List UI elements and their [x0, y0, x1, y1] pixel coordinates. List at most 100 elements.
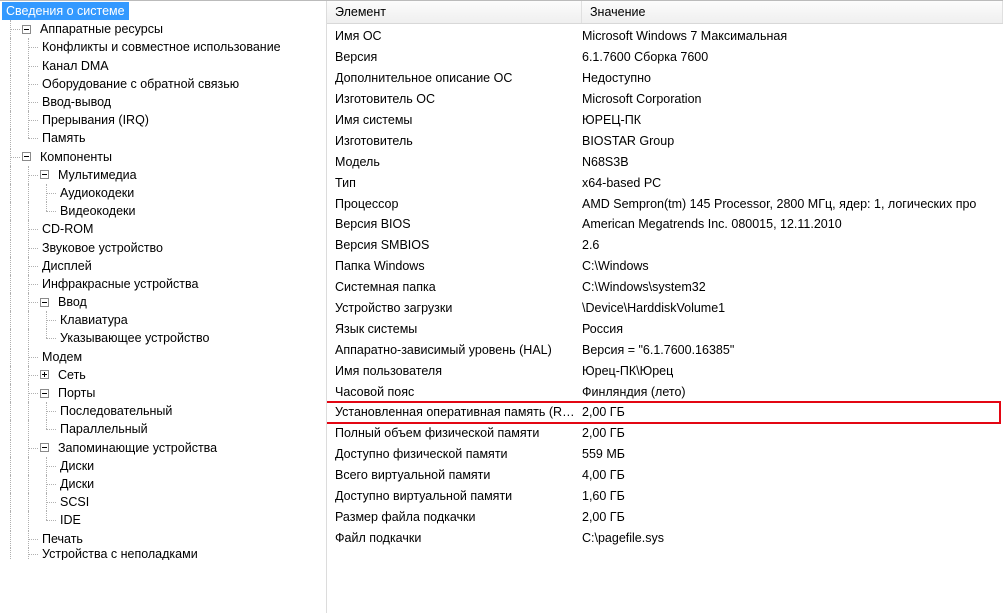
details-pane: Элемент Значение Имя ОСMicrosoft Windows… [327, 1, 1003, 613]
table-row[interactable]: Версия6.1.7600 Сборка 7600 [327, 47, 1003, 68]
tree-item-io[interactable]: Ввод-вывод [2, 93, 326, 111]
tree-label: Порты [54, 384, 99, 402]
tree-item-dma[interactable]: Канал DMA [2, 57, 326, 75]
tree-item-hardware-resources[interactable]: Аппаратные ресурсы [2, 20, 326, 38]
tree-label: Ввод [54, 293, 91, 311]
tree-item-input[interactable]: Ввод [2, 293, 326, 311]
cell-element: Процессор [335, 197, 582, 211]
tree-item-disks[interactable]: Диски [2, 457, 326, 475]
expand-icon[interactable] [38, 369, 50, 381]
tree-item-keyboard[interactable]: Клавиатура [2, 311, 326, 329]
table-row[interactable]: Установленная оперативная память (RA...2… [327, 402, 1003, 423]
tree-label: Последовательный [56, 402, 176, 420]
tree-item-forced-hardware[interactable]: Оборудование с обратной связью [2, 75, 326, 93]
table-row[interactable]: Аппаратно-зависимый уровень (HAL)Версия … [327, 339, 1003, 360]
table-row[interactable]: Файл подкачкиC:\pagefile.sys [327, 527, 1003, 548]
cell-value: C:\pagefile.sys [582, 531, 1003, 545]
tree-item-cdrom[interactable]: CD-ROM [2, 220, 326, 238]
tree-item-multimedia[interactable]: Мультимедиа [2, 166, 326, 184]
tree-item-scsi[interactable]: SCSI [2, 493, 326, 511]
table-row[interactable]: Размер файла подкачки2,00 ГБ [327, 506, 1003, 527]
cell-value: 2,00 ГБ [582, 426, 1003, 440]
table-header: Элемент Значение [327, 1, 1003, 24]
tree-label: Аудиокодеки [56, 184, 138, 202]
tree-item-parallel[interactable]: Параллельный [2, 420, 326, 438]
table-row[interactable]: Доступно физической памяти559 МБ [327, 444, 1003, 465]
cell-element: Изготовитель [335, 134, 582, 148]
tree-item-modem[interactable]: Модем [2, 348, 326, 366]
tree-label: Видеокодеки [56, 202, 140, 220]
tree-label: Клавиатура [56, 311, 132, 329]
collapse-icon[interactable] [38, 387, 50, 399]
cell-value: Финляндия (лето) [582, 385, 1003, 399]
table-row[interactable]: Имя ОСMicrosoft Windows 7 Максимальная [327, 26, 1003, 47]
cell-element: Дополнительное описание ОС [335, 71, 582, 85]
tree-item-sound-device[interactable]: Звуковое устройство [2, 238, 326, 256]
cell-value: 6.1.7600 Сборка 7600 [582, 50, 1003, 64]
table-row[interactable]: Всего виртуальной памяти4,00 ГБ [327, 465, 1003, 486]
tree-item-storage[interactable]: Запоминающие устройства [2, 439, 326, 457]
tree-item-infrared[interactable]: Инфракрасные устройства [2, 275, 326, 293]
tree-item-network[interactable]: Сеть [2, 366, 326, 384]
tree-item-irq[interactable]: Прерывания (IRQ) [2, 111, 326, 129]
tree-label: Дисплей [38, 257, 96, 275]
tree-root-system-summary[interactable]: Сведения о системе [2, 2, 326, 20]
cell-value: 1,60 ГБ [582, 489, 1003, 503]
cell-value: Юрец-ПК\Юрец [582, 364, 1003, 378]
tree-item-problem-devices[interactable]: Устройства с неполадками [2, 548, 326, 560]
cell-element: Папка Windows [335, 259, 582, 273]
tree-item-disks[interactable]: Диски [2, 475, 326, 493]
table-row[interactable]: Версия SMBIOS2.6 [327, 235, 1003, 256]
table-row[interactable]: Полный объем физической памяти2,00 ГБ [327, 423, 1003, 444]
tree-item-conflicts[interactable]: Конфликты и совместное использование [2, 38, 326, 56]
collapse-icon[interactable] [20, 151, 32, 163]
table-row[interactable]: Изготовитель ОСMicrosoft Corporation [327, 89, 1003, 110]
collapse-icon[interactable] [38, 442, 50, 454]
table-row[interactable]: Типx64-based PC [327, 172, 1003, 193]
cell-value: \Device\HarddiskVolume1 [582, 301, 1003, 315]
tree-item-ide[interactable]: IDE [2, 511, 326, 529]
table-row[interactable]: Язык системыРоссия [327, 318, 1003, 339]
cell-element: Язык системы [335, 322, 582, 336]
tree-label: Канал DMA [38, 57, 113, 75]
table-row[interactable]: Имя пользователяЮрец-ПК\Юрец [327, 360, 1003, 381]
tree-label: Инфракрасные устройства [38, 275, 202, 293]
table-row[interactable]: Устройство загрузки\Device\HarddiskVolum… [327, 298, 1003, 319]
column-header-value[interactable]: Значение [582, 1, 1003, 23]
tree-item-pointing-device[interactable]: Указывающее устройство [2, 329, 326, 347]
collapse-icon[interactable] [20, 23, 32, 35]
table-row[interactable]: Имя системыЮРЕЦ-ПК [327, 110, 1003, 131]
tree-item-printing[interactable]: Печать [2, 529, 326, 547]
tree-item-serial[interactable]: Последовательный [2, 402, 326, 420]
table-row[interactable]: ПроцессорAMD Sempron(tm) 145 Processor, … [327, 193, 1003, 214]
table-row[interactable]: Папка WindowsC:\Windows [327, 256, 1003, 277]
tree-label: CD-ROM [38, 220, 97, 238]
collapse-icon[interactable] [38, 169, 50, 181]
tree-item-display[interactable]: Дисплей [2, 257, 326, 275]
cell-element: Файл подкачки [335, 531, 582, 545]
cell-element: Имя системы [335, 113, 582, 127]
table-row[interactable]: Часовой поясФинляндия (лето) [327, 381, 1003, 402]
tree-item-ports[interactable]: Порты [2, 384, 326, 402]
tree-label: Сведения о системе [2, 2, 129, 20]
table-row[interactable]: Версия BIOSAmerican Megatrends Inc. 0800… [327, 214, 1003, 235]
cell-value: AMD Sempron(tm) 145 Processor, 2800 МГц,… [582, 197, 1003, 211]
table-row[interactable]: ИзготовительBIOSTAR Group [327, 130, 1003, 151]
tree-label: Диски [56, 457, 98, 475]
tree-label: Мультимедиа [54, 166, 141, 184]
table-row[interactable]: Системная папкаC:\Windows\system32 [327, 277, 1003, 298]
column-header-element[interactable]: Элемент [327, 1, 582, 23]
tree-item-video-codecs[interactable]: Видеокодеки [2, 202, 326, 220]
tree-item-components[interactable]: Компоненты [2, 148, 326, 166]
tree-label: Печать [38, 530, 87, 548]
table-row[interactable]: Дополнительное описание ОСНедоступно [327, 68, 1003, 89]
tree-label: Устройства с неполадками [38, 548, 202, 560]
tree-label: Оборудование с обратной связью [38, 75, 243, 93]
tree-item-memory[interactable]: Память [2, 129, 326, 147]
table-row[interactable]: Доступно виртуальной памяти1,60 ГБ [327, 486, 1003, 507]
table-row[interactable]: МодельN68S3B [327, 151, 1003, 172]
cell-element: Имя ОС [335, 29, 582, 43]
collapse-icon[interactable] [38, 296, 50, 308]
tree-pane[interactable]: Сведения о системе Аппаратные ресурсы Ко… [0, 1, 327, 613]
tree-item-audio-codecs[interactable]: Аудиокодеки [2, 184, 326, 202]
